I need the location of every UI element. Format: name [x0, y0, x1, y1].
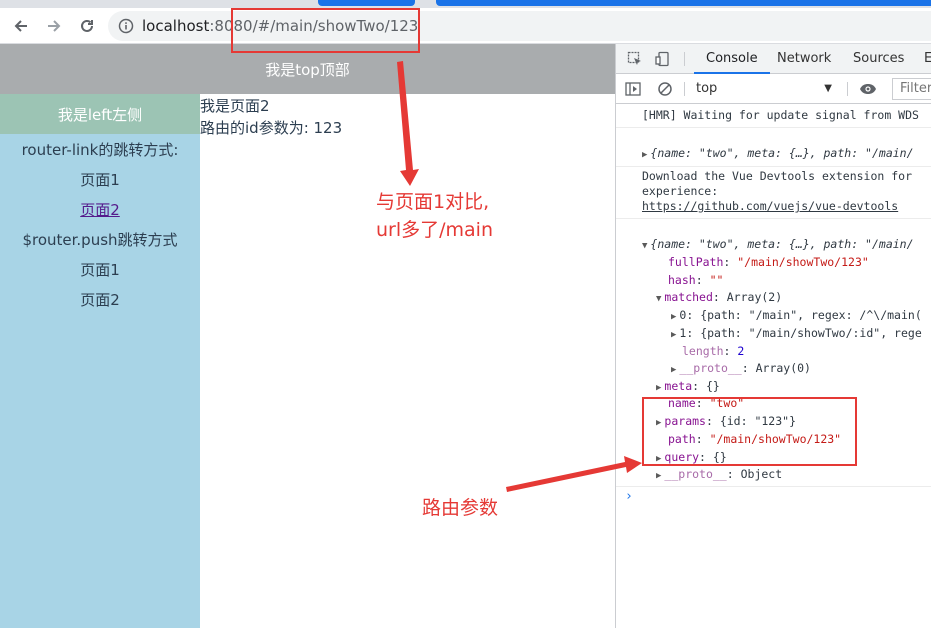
- matched-value-0: 0: {path: "/main", regex: /^\/main(: [679, 308, 922, 322]
- context-select[interactable]: top ▼: [694, 79, 836, 99]
- router-link-page2[interactable]: 页面2: [0, 194, 200, 224]
- tab-indicator-right[interactable]: [436, 0, 931, 6]
- dropdown-arrow-icon: ▼: [824, 83, 832, 94]
- tab-strip: [0, 0, 931, 8]
- sidebar-toggle-icon[interactable]: [623, 79, 643, 99]
- router-push-page1[interactable]: 页面1: [0, 254, 200, 284]
- annotation-url-note-2: url多了/main: [376, 219, 494, 241]
- tab-divider: [684, 52, 685, 66]
- prop-value: "/main/showTwo/123": [737, 255, 869, 269]
- context-value: top: [696, 81, 718, 96]
- console-hmr: [HMR] Waiting for update signal from WDS: [642, 108, 919, 122]
- console-separator: [616, 218, 931, 219]
- annotation-params-note: 路由参数: [422, 497, 499, 519]
- console-prompt-icon[interactable]: ›: [625, 488, 633, 505]
- console-output: [HMR] Waiting for update signal from WDS…: [616, 104, 931, 628]
- object-preview-2: {name: "two", meta: {…}, path: "/main/: [650, 237, 914, 251]
- eye-icon[interactable]: [858, 79, 878, 99]
- inspect-icon[interactable]: [625, 49, 645, 69]
- prop-value: Array(0): [755, 361, 811, 375]
- router-push-page2[interactable]: 页面2: [0, 284, 200, 314]
- left-title: 我是left左侧: [0, 94, 200, 134]
- expand-triangle-icon[interactable]: ▶: [656, 383, 661, 393]
- bar-divider-2: [847, 82, 848, 96]
- prop-key: hash: [668, 273, 696, 287]
- device-toolbar-icon[interactable]: [653, 49, 673, 69]
- expand-triangle-icon[interactable]: ▶: [642, 150, 647, 160]
- console-filter-bar: top ▼ Filter: [616, 74, 931, 104]
- browser-toolbar: localhost:8080/#/main/showTwo/123: [0, 8, 931, 44]
- collapse-triangle-icon[interactable]: ▼: [642, 241, 647, 251]
- prop-value: Object: [740, 467, 783, 481]
- prop-key: __proto__: [679, 361, 742, 375]
- expand-triangle-icon[interactable]: ▶: [656, 471, 661, 481]
- matched-value-1: 1: {path: "/main/showTwo/:id", rege: [679, 326, 922, 340]
- prop-key: length: [682, 344, 724, 358]
- console-separator: [616, 486, 931, 487]
- router-push-label: $router.push跳转方式: [22, 230, 178, 249]
- prop-fullpath: fullPath: "/main/showTwo/123": [668, 255, 869, 269]
- main-content: 我是页面2 路由的id参数为: 123: [200, 94, 342, 139]
- tab-inactive[interactable]: [0, 0, 300, 8]
- tab-sources[interactable]: Sources: [853, 44, 904, 74]
- top-title: 我是top顶部: [265, 60, 350, 79]
- arrow-left-icon[interactable]: [9, 14, 33, 38]
- console-separator: [616, 127, 931, 128]
- prop-value: {}: [705, 379, 720, 393]
- prop-proto-object[interactable]: ▶ __proto__: Object: [656, 466, 782, 485]
- prop-key: matched: [664, 290, 713, 304]
- router-link-page1[interactable]: 页面1: [0, 164, 200, 194]
- web-page: 我是top顶部 我是left左侧 router-link的跳转方式: 页面1 页…: [0, 44, 615, 628]
- clear-console-icon[interactable]: [655, 79, 675, 99]
- filter-placeholder: Filter: [900, 81, 931, 96]
- prop-hash: hash: "": [668, 273, 724, 287]
- tab-network[interactable]: Network: [777, 44, 831, 74]
- bar-divider: [684, 82, 685, 96]
- console-object-1[interactable]: ▶ {name: "two", meta: {…}, path: "/main/: [642, 145, 914, 164]
- prop-length: length: 2: [682, 344, 745, 358]
- collapse-triangle-icon[interactable]: ▼: [656, 294, 661, 304]
- prop-proto-array[interactable]: ▶ __proto__: Array(0): [671, 360, 811, 379]
- prop-key: __proto__: [664, 467, 727, 481]
- expand-triangle-icon[interactable]: ▶: [671, 312, 676, 322]
- left-title-text: 我是left左侧: [57, 105, 143, 124]
- prop-matched[interactable]: ▼ matched: Array(2): [656, 289, 782, 308]
- vue-devtools-link[interactable]: https://github.com/vuejs/vue-devtools: [642, 198, 898, 215]
- prop-value: "": [709, 273, 724, 287]
- url-host: localhost: [142, 17, 210, 35]
- prop-key: fullPath: [668, 255, 724, 269]
- devtools-panel: Console Network Sources E top ▼ Filter [H…: [615, 44, 931, 628]
- annotation-url-note-1: 与页面1对比,: [376, 191, 490, 213]
- content-title: 我是页面2: [200, 97, 270, 115]
- tab-overflow[interactable]: E: [924, 44, 931, 74]
- arrow-right-icon[interactable]: [42, 14, 66, 38]
- info-icon[interactable]: [118, 18, 134, 34]
- devtools-tabs: Console Network Sources E: [616, 44, 931, 74]
- content-param: 路由的id参数为: 123: [200, 119, 343, 137]
- tab-console[interactable]: Console: [694, 44, 770, 74]
- console-separator: [616, 166, 931, 167]
- prop-key: meta: [664, 379, 693, 393]
- router-link-label: router-link的跳转方式:: [21, 140, 179, 159]
- prop-value: 2: [737, 344, 745, 358]
- matched-item-0[interactable]: ▶ 0: {path: "/main", regex: /^\/main(: [671, 307, 922, 326]
- expand-triangle-icon[interactable]: ▶: [671, 365, 676, 375]
- prop-value: Array(2): [726, 290, 783, 304]
- expand-triangle-icon[interactable]: ▶: [671, 330, 676, 340]
- console-filter-input[interactable]: Filter: [892, 78, 931, 100]
- params-highlight-box: [642, 397, 857, 466]
- matched-item-1[interactable]: ▶ 1: {path: "/main/showTwo/:id", rege: [671, 325, 922, 344]
- reload-icon[interactable]: [75, 14, 99, 38]
- tab-indicator[interactable]: [318, 0, 415, 6]
- console-object-2[interactable]: ▼ {name: "two", meta: {…}, path: "/main/: [642, 236, 914, 255]
- left-sidebar: 我是left左侧 router-link的跳转方式: 页面1 页面2 $rout…: [0, 94, 200, 628]
- object-preview-1: {name: "two", meta: {…}, path: "/main/: [650, 146, 914, 160]
- url-highlight-box: [231, 8, 420, 53]
